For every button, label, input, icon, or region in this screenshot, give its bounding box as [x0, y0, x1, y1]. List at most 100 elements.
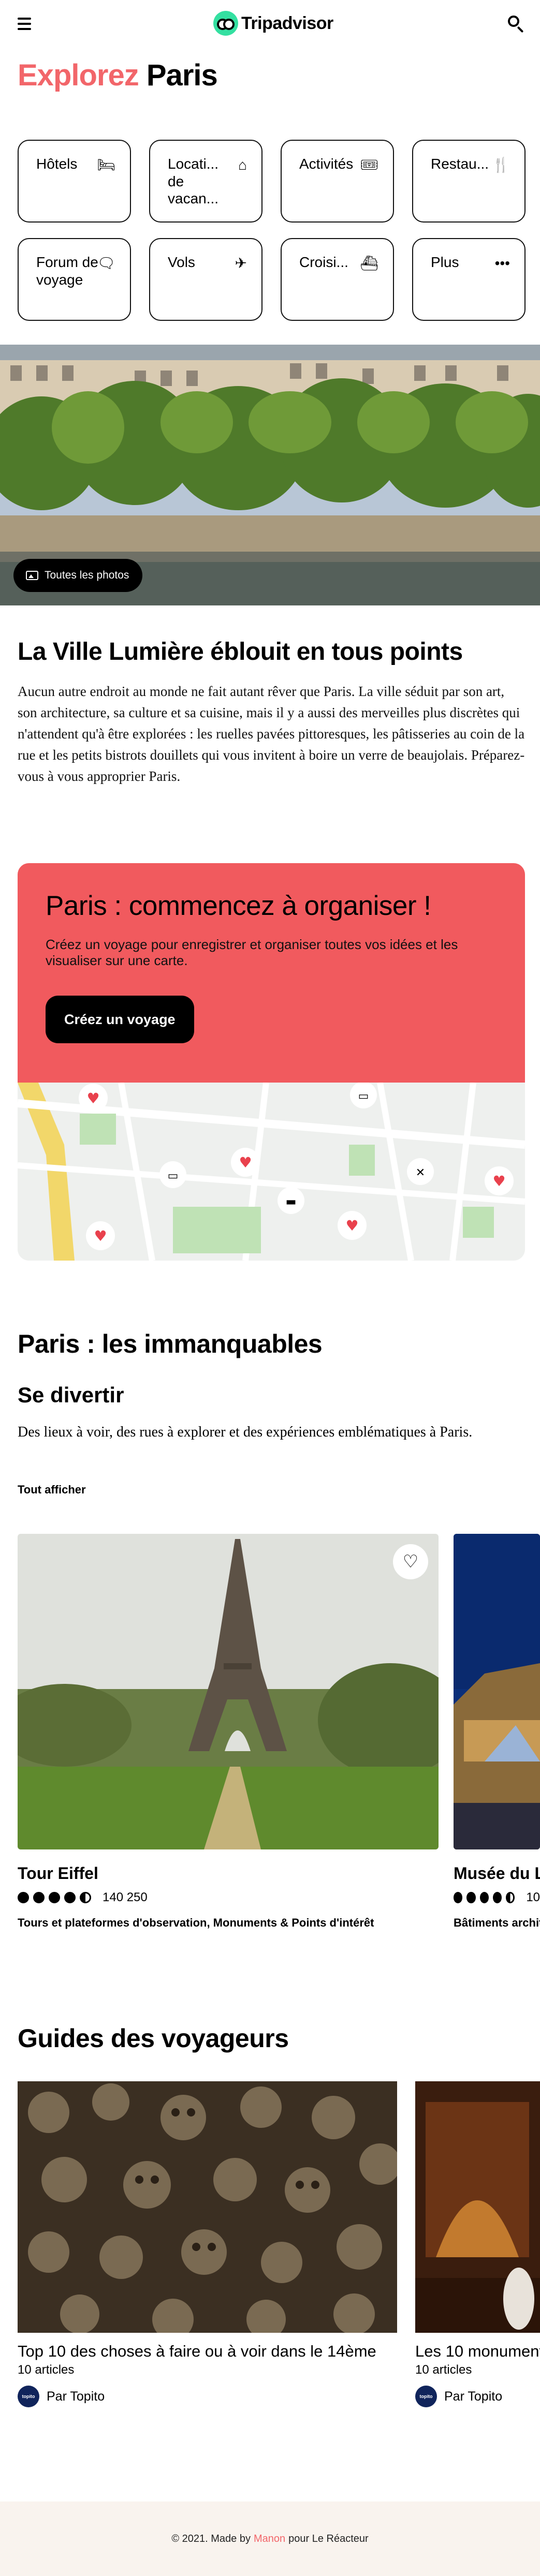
plane-icon: ✈ [235, 255, 247, 271]
plan-trip-card: Paris : commencez à organiser ! Créez un… [18, 863, 525, 1261]
plan-trip-title: Paris : commencez à organiser ! [46, 891, 431, 921]
author-avatar: topito [415, 2386, 437, 2407]
top-header: Tripadvisor [0, 0, 540, 47]
category-label: Locati... de vacan... [168, 156, 219, 207]
author-prefix: Par [47, 2389, 67, 2404]
footer-prefix: © 2021. Made by [171, 2533, 251, 2544]
intro-title: La Ville Lumière éblouit en tous points [18, 638, 463, 665]
guide-author: topito Par Topito [415, 2386, 540, 2407]
category-activities[interactable]: Activités 🎟 [281, 140, 394, 223]
category-label: Forum de voyage [36, 254, 98, 288]
review-count: 140 250 [103, 1890, 148, 1904]
category-more[interactable]: Plus ••• [412, 238, 526, 321]
chat-icon: 🗨 [97, 255, 115, 271]
cutlery-icon: 🍴 [492, 157, 510, 173]
category-restaurants[interactable]: Restau... 🍴 [412, 140, 526, 223]
guide-article-count: 10 articles [415, 2363, 472, 2377]
page-title: Explorez Paris [18, 58, 218, 93]
svg-text:♥: ♥ [345, 1217, 358, 1234]
category-label: Plus [431, 254, 459, 270]
category-flights[interactable]: Vols ✈ [149, 238, 262, 321]
category-cruises[interactable]: Croisi... ⛴ [281, 238, 394, 321]
guide-card[interactable]: Top 10 des choses à faire ou à voir dans… [18, 2081, 397, 2407]
house-icon: ⌂ [238, 157, 247, 173]
attraction-card[interactable]: ♡ Tour Eiffel 140 250 Tours et plateform… [18, 1534, 439, 1930]
bubble-icon [454, 1892, 463, 1903]
plan-trip-text: Créez un voyage pour enregistrer et orga… [46, 937, 458, 969]
guide-image [18, 2081, 397, 2333]
author-name[interactable]: Topito [468, 2389, 502, 2404]
category-label: Croisi... [299, 254, 348, 270]
svg-text:♥: ♥ [492, 1173, 505, 1190]
all-photos-button[interactable]: Toutes les photos [13, 559, 143, 592]
bubble-icon [506, 1892, 515, 1903]
rating-bubbles: 10 [454, 1890, 540, 1905]
attraction-card[interactable]: Musée du Louvre 10 Bâtiments architectur… [454, 1534, 540, 1930]
image-icon [26, 571, 38, 580]
guide-name: Top 10 des choses à faire ou à voir dans… [18, 2342, 376, 2360]
svg-text:✕: ✕ [416, 1166, 425, 1179]
category-label: Activités [299, 156, 354, 172]
bubble-icon [18, 1892, 29, 1903]
svg-text:♥: ♥ [239, 1154, 252, 1171]
intro-text: Aucun autre endroit au monde ne fait aut… [18, 684, 525, 784]
bubble-icon [466, 1892, 476, 1903]
see-all-link[interactable]: Tout afficher [18, 1483, 86, 1497]
svg-text:♥: ♥ [86, 1090, 99, 1107]
bubble-icon [492, 1892, 502, 1903]
attraction-image: ♡ [18, 1534, 439, 1849]
category-rentals[interactable]: Locati... de vacan... ⌂ [149, 140, 262, 223]
category-hotels[interactable]: Hôtels 🛏 [18, 140, 131, 223]
create-trip-button[interactable]: Créez un voyage [46, 996, 194, 1043]
category-label: Vols [168, 254, 195, 270]
footer: © 2021. Made by Manon pour Le Réacteur [0, 2501, 540, 2576]
guide-name: Les 10 monuments [415, 2342, 540, 2360]
guide-card[interactable]: Les 10 monuments 10 articles topito Par … [415, 2081, 540, 2407]
guide-author: topito Par Topito [18, 2386, 397, 2407]
guide-image [415, 2081, 540, 2333]
brand-logo[interactable]: Tripadvisor [213, 10, 333, 36]
svg-text:♥: ♥ [94, 1227, 107, 1245]
must-see-title: Paris : les immanquables [18, 1329, 323, 1358]
ship-icon: ⛴ [360, 255, 378, 271]
title-place: Paris [146, 58, 218, 92]
svg-text:▬: ▬ [286, 1195, 297, 1208]
category-forum[interactable]: Forum de voyage 🗨 [18, 238, 131, 321]
author-name[interactable]: Topito [70, 2389, 105, 2404]
search-icon[interactable] [506, 13, 527, 34]
bubble-icon [49, 1892, 60, 1903]
category-label: Restau... [431, 156, 489, 172]
bubble-icon [33, 1892, 45, 1903]
category-grid: Hôtels 🛏 Locati... de vacan... ⌂ Activit… [18, 140, 526, 321]
must-see-text: Des lieux à voir, des rues à explorer et… [18, 1424, 473, 1440]
plan-trip-banner: Paris : commencez à organiser ! Créez un… [18, 863, 525, 1083]
owl-logo-icon [213, 11, 238, 36]
all-photos-label: Toutes les photos [45, 569, 129, 581]
review-count: 10 [526, 1890, 540, 1904]
author-avatar: topito [18, 2386, 39, 2407]
attraction-image [454, 1534, 540, 1849]
attraction-name: Musée du Louvre [454, 1864, 540, 1883]
guides-title: Guides des voyageurs [18, 2024, 289, 2053]
attraction-categories: Tours et plateformes d'observation, Monu… [18, 1916, 374, 1929]
guide-article-count: 10 articles [18, 2363, 75, 2377]
bubble-icon [479, 1892, 489, 1903]
rating-bubbles: 140 250 [18, 1890, 439, 1905]
more-icon: ••• [494, 255, 510, 271]
bed-icon: 🛏 [97, 157, 115, 173]
bubble-icon [80, 1892, 91, 1903]
footer-author-link[interactable]: Manon [254, 2533, 285, 2545]
footer-suffix: pour Le Réacteur [288, 2533, 369, 2544]
ticket-icon: 🎟 [360, 157, 378, 173]
menu-icon[interactable] [14, 14, 35, 33]
author-prefix: Par [444, 2389, 464, 2404]
bubble-icon [64, 1892, 76, 1903]
category-label: Hôtels [36, 156, 78, 172]
attraction-categories: Bâtiments architecturaux [454, 1916, 540, 1929]
heart-icon[interactable]: ♡ [393, 1544, 428, 1579]
trip-map[interactable]: ♥ ♥ ♥ ♥ ♥ ▭ ▭ ▬ ✕ [18, 1082, 525, 1261]
brand-name: Tripadvisor [241, 13, 333, 33]
title-accent: Explorez [18, 58, 139, 92]
attraction-name: Tour Eiffel [18, 1864, 98, 1883]
svg-text:▭: ▭ [168, 1169, 179, 1182]
